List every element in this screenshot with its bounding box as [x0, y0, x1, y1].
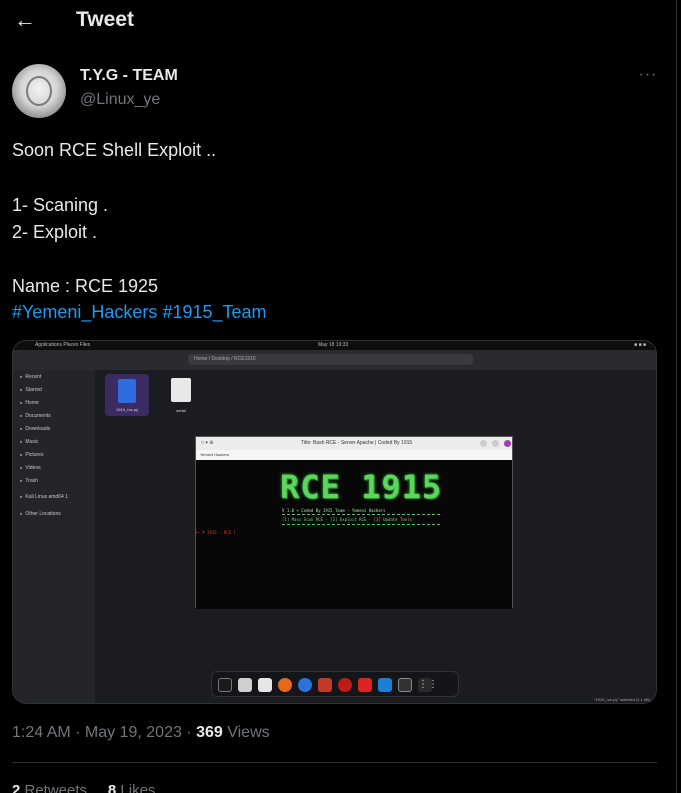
file-manager-header: Home / Desktop / RCE1915	[13, 350, 656, 370]
path-bar: Home / Desktop / RCE1915	[188, 354, 473, 365]
maximize-icon	[492, 440, 499, 447]
rce-menu: [1] Mass Scan RCE - [2] Exploit RCE - [3…	[282, 517, 413, 522]
more-horizontal-icon[interactable]: ···	[634, 66, 662, 86]
tweet-text-line: 2- Exploit .	[12, 222, 98, 242]
tweet-header: ← Tweet	[0, 0, 676, 40]
sidebar-item: Recent	[20, 374, 41, 380]
desktop-topbar: Applications Places Files May 18 19:33 ■…	[13, 341, 656, 350]
sidebar-item: Pictures	[20, 452, 43, 458]
firefox-icon	[278, 678, 292, 692]
views-count: 369	[196, 724, 223, 741]
sidebar-item: Documents	[20, 413, 50, 419]
terminal-tab: Yemeni Hackers	[200, 452, 229, 457]
terminal-body: RCE 1915 V 1.0 + Coded By 1915 Team - Ye…	[196, 460, 512, 609]
sidebar-item: Other Locations	[20, 511, 60, 517]
terminal-tab-bar: Yemeni Hackers	[196, 450, 512, 460]
terminal-icon	[218, 678, 232, 692]
timestamp[interactable]: 1:24 AM · May 19, 2023 ·	[12, 724, 196, 741]
tweet-meta: 1:24 AM · May 19, 2023 · 369 Views	[12, 724, 270, 742]
author-handle[interactable]: @Linux_ye	[80, 91, 160, 109]
likes-count[interactable]: 8	[108, 782, 116, 793]
burp-icon	[318, 678, 332, 692]
author-name[interactable]: T.Y.G - TEAM	[80, 67, 178, 85]
tweet-text-line: Name : RCE 1925	[12, 276, 159, 296]
sidebar-item: Starred	[20, 387, 41, 393]
hashtag-link[interactable]: #1915_Team	[162, 302, 266, 322]
divider	[282, 514, 440, 515]
tweet-media-image[interactable]: Applications Places Files May 18 19:33 ■…	[12, 340, 657, 704]
file-manager-sidebar: Recent Starred Home Documents Downloads …	[13, 370, 95, 703]
python-file-icon	[118, 379, 136, 403]
close-icon	[504, 440, 511, 447]
text-file-icon	[171, 378, 191, 402]
terminal-titlebar: □ ▾ ⊕ Title: Bash RCE - Server Apache | …	[196, 437, 512, 450]
minimize-icon	[480, 440, 487, 447]
browser-icon	[298, 678, 312, 692]
sidebar-item: Music	[20, 439, 38, 445]
divider	[282, 524, 440, 525]
likes-label[interactable]: Likes	[116, 782, 155, 793]
terminal-prompt: └─ # 1915 - RCE ]	[195, 530, 236, 535]
retweets-label[interactable]: Retweets	[20, 782, 88, 793]
folder-icon	[238, 678, 252, 692]
terminal-title: Title: Bash RCE - Server Apache | Coded …	[301, 440, 413, 446]
file-label: serial	[176, 408, 186, 413]
topbar-menu: Applications Places Files	[35, 342, 91, 348]
document-icon	[258, 678, 272, 692]
desktop-dock: ⋮⋮	[211, 671, 459, 697]
arrow-left-icon[interactable]: ←	[12, 7, 38, 32]
column-divider	[676, 0, 677, 793]
tool-icon	[358, 678, 372, 692]
apps-grid-icon: ⋮⋮	[418, 678, 438, 692]
cherry-icon	[338, 678, 352, 692]
topbar-status-icons: ■ ■ ■	[634, 342, 646, 348]
topbar-clock: May 18 19:33	[318, 342, 349, 348]
python-file: 1915_rce.py	[105, 374, 149, 416]
hashtag-row: #Yemeni_Hackers #1915_Team	[12, 302, 267, 323]
divider	[12, 762, 657, 763]
file-label: 1915_rce.py	[115, 407, 138, 412]
sidebar-item: Kali Linux amd64 1	[20, 494, 68, 500]
rce-subtitle: V 1.0 + Coded By 1915 Team - Yemeni Hack…	[282, 508, 386, 513]
sidebar-item: Home	[20, 400, 38, 406]
sidebar-item: Videos	[20, 465, 40, 471]
sidebar-item: Downloads	[20, 426, 50, 432]
terminal-toolbar-icons: □ ▾ ⊕	[201, 440, 214, 446]
sidebar-item: Trash	[20, 478, 38, 484]
avatar[interactable]	[12, 64, 66, 118]
views-label: Views	[222, 724, 270, 741]
page-title: Tweet	[76, 8, 134, 31]
terminal-window: □ ▾ ⊕ Title: Bash RCE - Server Apache | …	[195, 436, 513, 609]
tweet-text-line: 1- Scaning .	[12, 195, 109, 215]
tweet-text-line: Soon RCE Shell Exploit ..	[12, 140, 217, 160]
avatar-emblem	[26, 76, 52, 106]
rce-logo: RCE 1915	[280, 468, 443, 506]
hashtag-link[interactable]: #Yemeni_Hackers	[12, 302, 157, 322]
vscode-icon	[378, 678, 392, 692]
tweet-stats: 2 Retweets 8 Likes	[12, 782, 155, 793]
status-text: "1915_rce.py" selected (1.1 kB)	[594, 697, 650, 702]
terminal-active-icon	[398, 678, 412, 692]
